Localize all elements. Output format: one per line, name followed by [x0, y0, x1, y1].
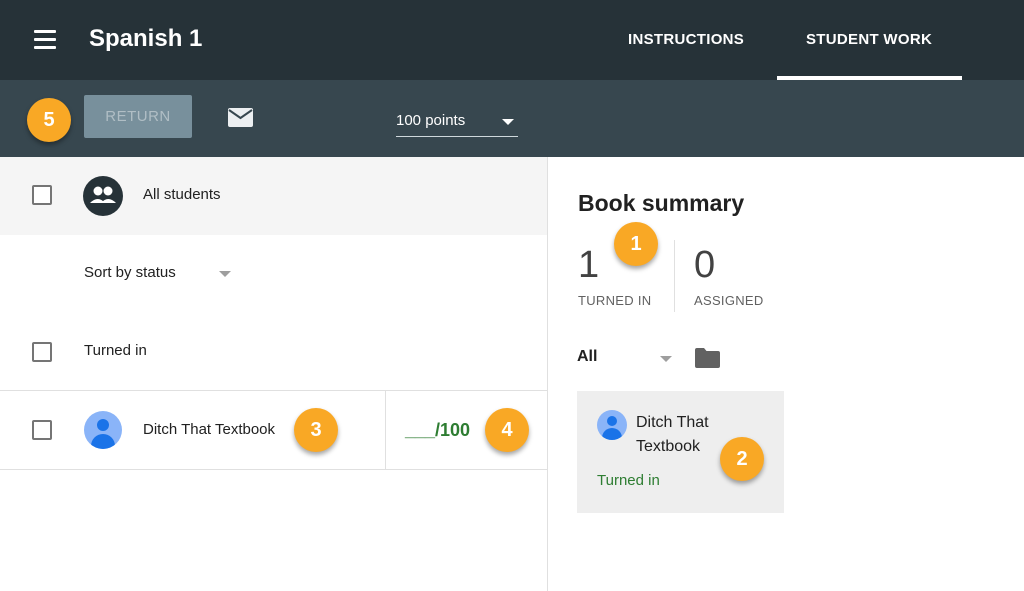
student-name[interactable]: Ditch That Textbook	[143, 421, 275, 438]
assigned-label: ASSIGNED	[694, 293, 764, 308]
callout-badge: 5	[27, 98, 71, 142]
grade-input[interactable]: ___/100	[405, 420, 470, 441]
callout-badge: 2	[720, 437, 764, 481]
tab-instructions[interactable]: INSTRUCTIONS	[628, 31, 744, 48]
return-button[interactable]: RETURN	[84, 95, 192, 138]
row-divider	[0, 469, 547, 470]
mail-icon[interactable]	[228, 108, 253, 127]
book-summary-title: Book summary	[578, 190, 745, 216]
menu-icon[interactable]	[34, 30, 58, 50]
chevron-down-icon	[502, 119, 514, 125]
turned-in-count: 1	[578, 244, 600, 286]
chevron-down-icon[interactable]	[219, 271, 231, 277]
points-value: 100 points	[396, 112, 466, 129]
chevron-down-icon[interactable]	[660, 356, 672, 362]
tab-student-work[interactable]: STUDENT WORK	[806, 31, 932, 48]
card-status: Turned in	[597, 472, 660, 489]
stat-divider	[674, 240, 675, 312]
card-student-name: Ditch That Textbook	[636, 414, 709, 455]
student-checkbox[interactable]	[32, 420, 52, 440]
assigned-count: 0	[694, 244, 716, 286]
select-all-checkbox[interactable]	[32, 185, 52, 205]
callout-badge: 1	[614, 222, 658, 266]
avatar	[84, 411, 122, 449]
pane-divider	[547, 157, 548, 591]
all-students-label: All students	[143, 186, 221, 203]
points-dropdown[interactable]: 100 points	[396, 108, 518, 137]
turned-in-label: TURNED IN	[578, 293, 652, 308]
grade-column-divider	[385, 390, 386, 470]
avatar	[597, 410, 627, 440]
filter-dropdown[interactable]: All	[577, 348, 597, 366]
class-title: Spanish 1	[89, 25, 203, 52]
callout-badge: 3	[294, 408, 338, 452]
sort-by-status-dropdown[interactable]: Sort by status	[84, 264, 176, 281]
turned-in-section-checkbox[interactable]	[32, 342, 52, 362]
group-icon	[83, 176, 123, 216]
row-divider	[0, 390, 547, 391]
turned-in-section-label: Turned in	[84, 342, 147, 359]
folder-icon[interactable]	[695, 348, 720, 368]
callout-badge: 4	[485, 408, 529, 452]
